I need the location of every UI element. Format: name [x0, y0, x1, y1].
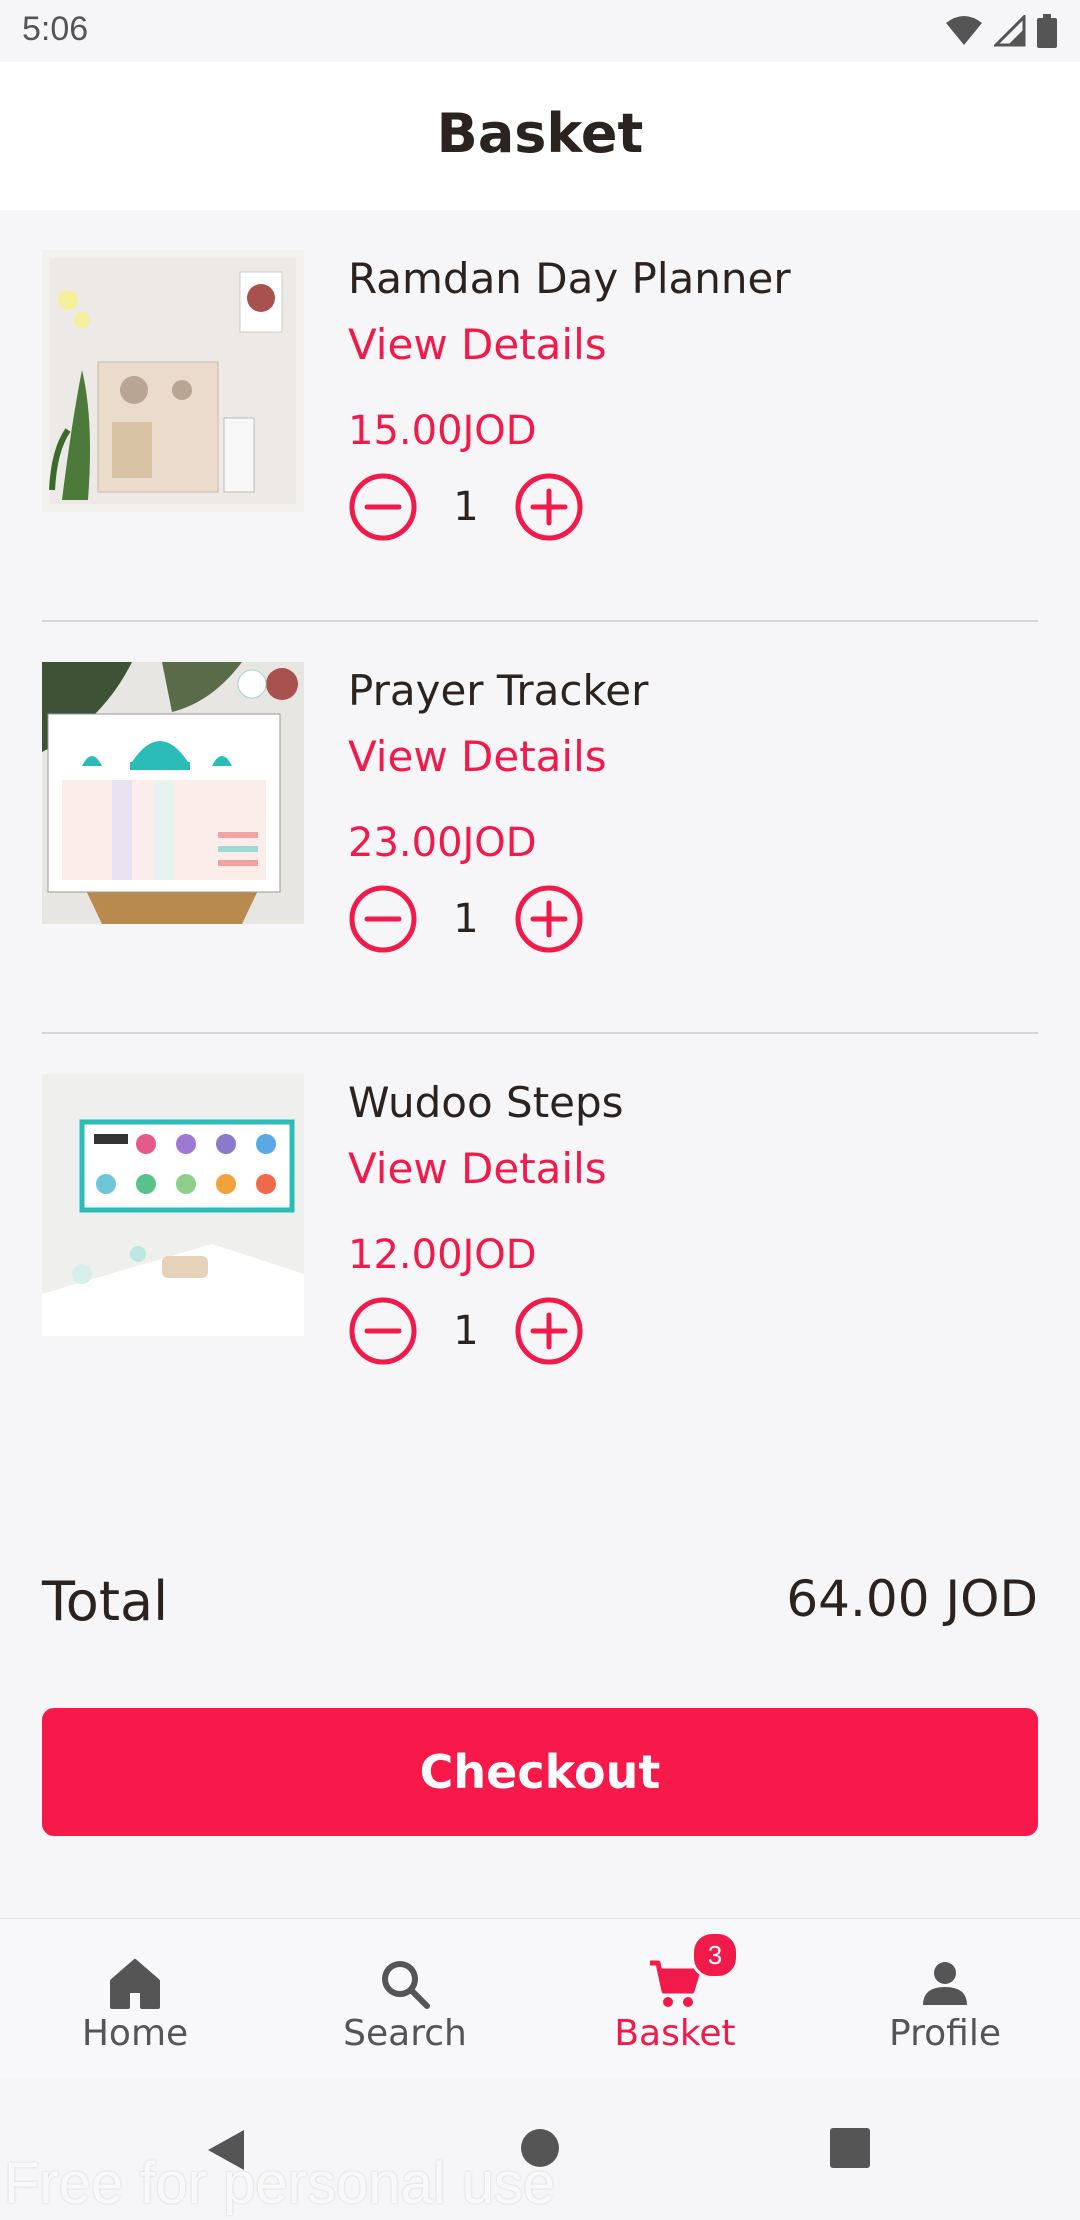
recents-icon[interactable] [828, 2126, 872, 2170]
plus-circle-icon[interactable] [514, 884, 584, 954]
nav-label: Profile [889, 2013, 1001, 2054]
plus-circle-icon[interactable] [514, 1296, 584, 1366]
product-name: Wudoo Steps [348, 1078, 624, 1127]
basket-item: Wudoo Steps View Details 12.00JOD 1 [42, 1034, 1038, 1444]
product-image[interactable] [42, 662, 304, 924]
person-icon [923, 1962, 967, 2005]
nav-label: Home [81, 2013, 189, 2054]
product-name: Ramdan Day Planner [348, 254, 791, 303]
quantity-value: 1 [453, 484, 479, 530]
search-icon [382, 1961, 430, 2009]
product-price: 15.00JOD [348, 408, 537, 454]
nav-item-profile[interactable]: Profile [810, 1919, 1080, 2079]
view-details-link[interactable]: View Details [348, 732, 607, 781]
bottom-nav: Home Search 3 Basket Profile [0, 1918, 1080, 2079]
nav-item-home[interactable]: Home [0, 1919, 270, 2079]
quantity-stepper: 1 [348, 472, 584, 542]
cellular-signal-icon [994, 15, 1026, 47]
basket-item: Ramdan Day Planner View Details 15.00JOD… [42, 210, 1038, 622]
battery-icon [1037, 14, 1057, 48]
product-price: 12.00JOD [348, 1232, 537, 1278]
wifi-icon [946, 16, 982, 45]
total-label: Total [42, 1570, 169, 1633]
view-details-link[interactable]: View Details [348, 1144, 607, 1193]
quantity-value: 1 [453, 1308, 479, 1354]
plus-circle-icon[interactable] [514, 472, 584, 542]
quantity-stepper: 1 [348, 884, 584, 954]
quantity-stepper: 1 [348, 1296, 584, 1366]
product-image[interactable] [42, 250, 304, 512]
nav-label: Basket [614, 2013, 736, 2054]
total-value: 64.00 JOD [786, 1570, 1038, 1628]
minus-circle-icon[interactable] [348, 1296, 418, 1366]
minus-circle-icon[interactable] [348, 472, 418, 542]
watermark-text: Free for personal use [4, 2151, 556, 2216]
cart-count-badge: 3 [691, 1931, 739, 1979]
basket-item: Prayer Tracker View Details 23.00JOD 1 [42, 622, 1038, 1034]
view-details-link[interactable]: View Details [348, 320, 607, 369]
product-price: 23.00JOD [348, 820, 537, 866]
page-title: Basket [436, 102, 644, 165]
nav-label: Search [343, 2013, 467, 2054]
home-icon [110, 1959, 160, 2009]
total-row: Total 64.00 JOD [42, 1570, 1038, 1640]
status-time: 5:06 [22, 10, 89, 48]
nav-item-search[interactable]: Search [270, 1919, 540, 2079]
basket-list: Ramdan Day Planner View Details 15.00JOD… [42, 210, 1038, 1444]
product-name: Prayer Tracker [348, 666, 649, 715]
nav-item-basket[interactable]: 3 Basket [540, 1919, 810, 2079]
minus-circle-icon[interactable] [348, 884, 418, 954]
product-image[interactable] [42, 1074, 304, 1336]
status-icons [944, 14, 1058, 48]
checkout-button[interactable]: Checkout [42, 1708, 1038, 1836]
app-header: Basket [0, 62, 1080, 210]
quantity-value: 1 [453, 896, 479, 942]
status-bar: 5:06 [0, 0, 1080, 62]
